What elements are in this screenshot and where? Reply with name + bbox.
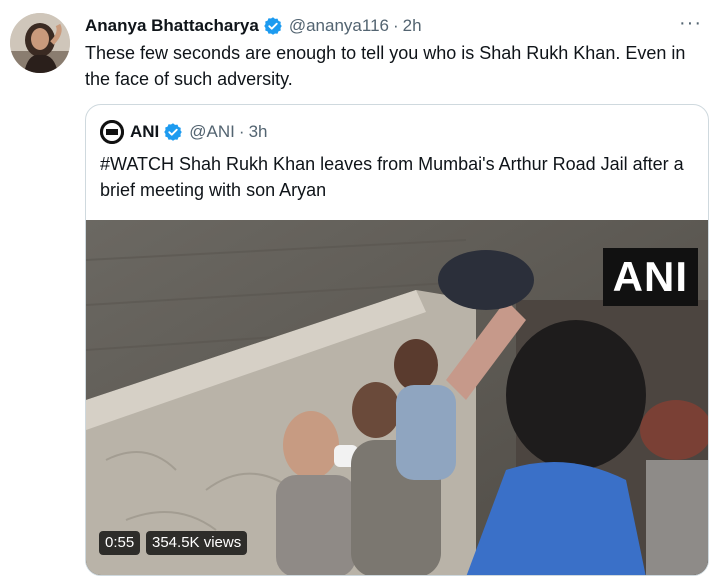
quoted-tweet-header: ANI @ANI · 3h (100, 120, 267, 144)
separator: · (392, 16, 399, 35)
author-name[interactable]: Ananya Bhattacharya (85, 16, 259, 36)
video-duration: 0:55 (99, 531, 141, 555)
author-handle[interactable]: @ananya116 (289, 16, 389, 36)
more-options-icon[interactable]: ··· (679, 12, 702, 35)
quoted-tweet[interactable]: ANI @ANI · 3h #WATCH Shah Rukh Khan leav… (85, 104, 709, 576)
verified-badge-icon (263, 16, 283, 36)
timestamp[interactable]: 2h (403, 16, 422, 36)
video-views: 354.5K views (146, 531, 248, 555)
verified-badge-icon (163, 122, 183, 142)
ani-logo-icon (100, 120, 124, 144)
separator: · (238, 122, 245, 141)
ani-watermark: ANI (602, 248, 698, 306)
tweet-text: These few seconds are enough to tell you… (85, 43, 686, 89)
quoted-author-name[interactable]: ANI (130, 122, 159, 142)
quoted-timestamp[interactable]: 3h (249, 122, 268, 142)
quoted-author-handle[interactable]: @ANI (189, 122, 235, 142)
author-avatar[interactable] (10, 13, 70, 73)
quoted-tweet-text: #WATCH Shah Rukh Khan leaves from Mumbai… (100, 154, 684, 200)
video-player[interactable]: ANI 0:55 354.5K views (86, 220, 708, 575)
tweet-header: Ananya Bhattacharya @ananya116 · 2h (85, 14, 422, 38)
